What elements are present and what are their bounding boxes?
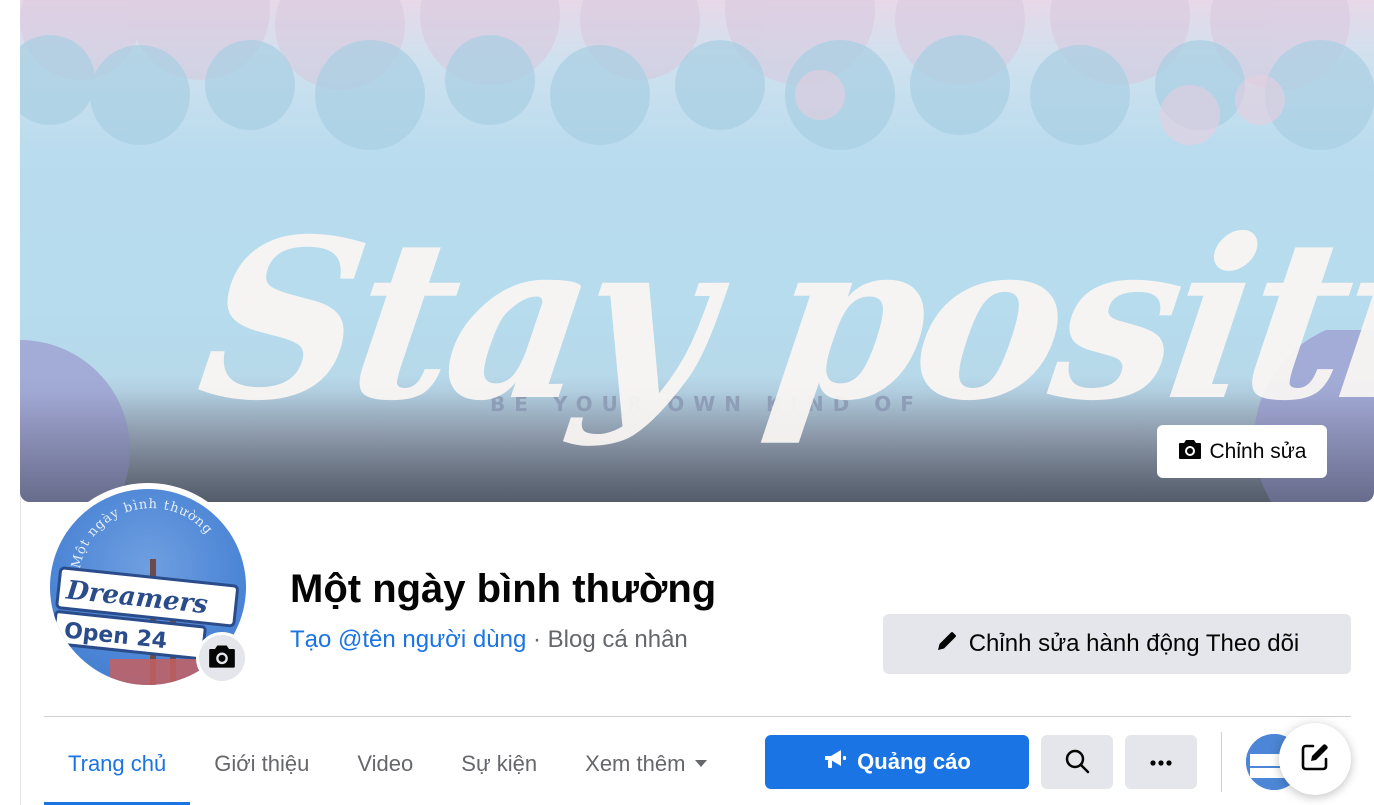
more-icon xyxy=(1149,755,1173,770)
more-options-button[interactable] xyxy=(1125,735,1197,789)
create-username-link[interactable]: Tạo @tên người dùng xyxy=(290,626,526,653)
pencil-icon xyxy=(935,629,959,660)
tab-about[interactable]: Giới thiệu xyxy=(190,722,333,805)
tab-events[interactable]: Sự kiện xyxy=(437,722,561,805)
compose-button[interactable] xyxy=(1279,723,1351,795)
tab-label: Video xyxy=(357,750,414,776)
ads-button[interactable]: Quảng cáo xyxy=(765,735,1029,789)
tab-label: Sự kiện xyxy=(461,750,538,776)
page-tabs: Trang chủ Giới thiệu Video Sự kiện Xem t… xyxy=(44,722,731,805)
page-title: Một ngày bình thường xyxy=(290,567,717,611)
svg-text:Một ngày bình thường: Một ngày bình thường xyxy=(69,497,216,570)
tab-more[interactable]: Xem thêm xyxy=(561,722,731,805)
tab-label: Trang chủ xyxy=(68,750,167,776)
edit-cover-label: Chỉnh sửa xyxy=(1209,439,1307,463)
chevron-down-icon xyxy=(695,760,708,767)
camera-icon xyxy=(208,643,236,674)
subline-separator: · xyxy=(532,626,541,653)
camera-icon xyxy=(1178,438,1202,466)
tab-home[interactable]: Trang chủ xyxy=(44,722,191,805)
page-subline: Tạo @tên người dùng · Blog cá nhân xyxy=(290,626,688,654)
update-avatar-button[interactable] xyxy=(196,632,248,684)
left-edge-strip xyxy=(0,0,21,805)
megaphone-icon xyxy=(823,748,847,776)
cloud-decoration xyxy=(20,0,1374,150)
header-divider xyxy=(44,716,1351,717)
search-icon xyxy=(1064,748,1090,777)
edit-follow-action-label: Chỉnh sửa hành động Theo dõi xyxy=(968,630,1300,657)
avatar-arc-text: Một ngày bình thường xyxy=(69,497,215,570)
tab-label: Xem thêm xyxy=(585,750,686,776)
edit-cover-button[interactable]: Chỉnh sửa xyxy=(1157,425,1327,478)
tab-video[interactable]: Video xyxy=(333,722,437,805)
search-button[interactable] xyxy=(1041,735,1113,789)
cover-script-text: Stay positive xyxy=(186,190,1374,449)
edit-follow-action-button[interactable]: Chỉnh sửa hành động Theo dõi xyxy=(883,614,1351,674)
action-separator xyxy=(1221,732,1222,792)
tab-label: Giới thiệu xyxy=(214,750,310,776)
ads-button-label: Quảng cáo xyxy=(857,749,971,774)
compose-icon xyxy=(1299,741,1331,778)
page-category: Blog cá nhân xyxy=(547,626,688,653)
